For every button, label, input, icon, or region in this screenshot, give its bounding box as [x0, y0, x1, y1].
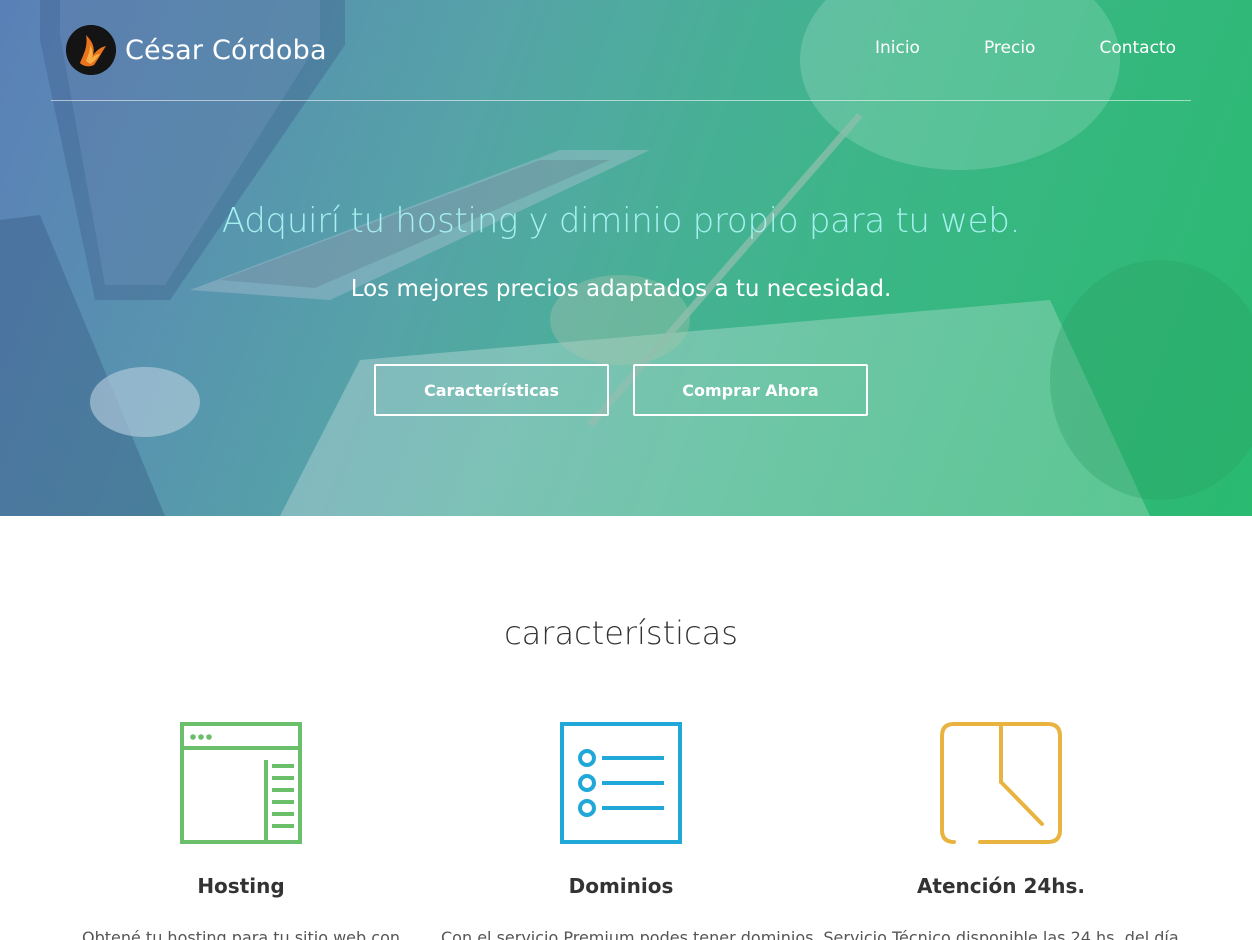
brand-name: César Córdoba: [125, 34, 327, 66]
nav-link-contacto[interactable]: Contacto: [1099, 38, 1176, 58]
clock-icon: [940, 722, 1062, 844]
feature-atencion: Atención 24hs. Servicio Técnico disponib…: [821, 722, 1181, 940]
feature-dominios: Dominios Con el servicio Premium podes t…: [441, 722, 814, 940]
feature-description: Servicio Técnico disponible las 24 hs. d…: [823, 928, 1179, 940]
nav-links: Inicio Precio Contacto: [875, 38, 1176, 58]
phoenix-logo-icon: [66, 25, 116, 75]
top-navbar: César Córdoba Inicio Precio Contacto: [51, 0, 1191, 101]
list-document-icon: [560, 722, 682, 844]
features-section-title: características: [504, 614, 738, 652]
feature-title: Hosting: [197, 874, 285, 898]
hero-title: Adquirí tu hosting y diminio propio para…: [221, 201, 1021, 241]
hero-subtitle: Los mejores precios adaptados a tu neces…: [350, 276, 892, 302]
feature-title: Atención 24hs.: [916, 874, 1086, 898]
buy-now-button[interactable]: Comprar Ahora: [633, 364, 868, 416]
feature-hosting: Hosting Obtené tu hosting para tu sitio …: [61, 722, 421, 940]
hero-section: César Córdoba Inicio Precio Contacto Adq…: [0, 0, 1252, 516]
brand[interactable]: César Córdoba: [66, 25, 327, 75]
nav-link-precio[interactable]: Precio: [984, 38, 1036, 58]
nav-link-inicio[interactable]: Inicio: [875, 38, 920, 58]
feature-title: Dominios: [568, 874, 674, 898]
browser-window-icon: [180, 722, 302, 844]
feature-description: Obtené tu hosting para tu sitio web con: [81, 928, 400, 940]
feature-description: Con el servicio Premium podes tener domi…: [441, 928, 814, 940]
features-button[interactable]: Características: [374, 364, 609, 416]
